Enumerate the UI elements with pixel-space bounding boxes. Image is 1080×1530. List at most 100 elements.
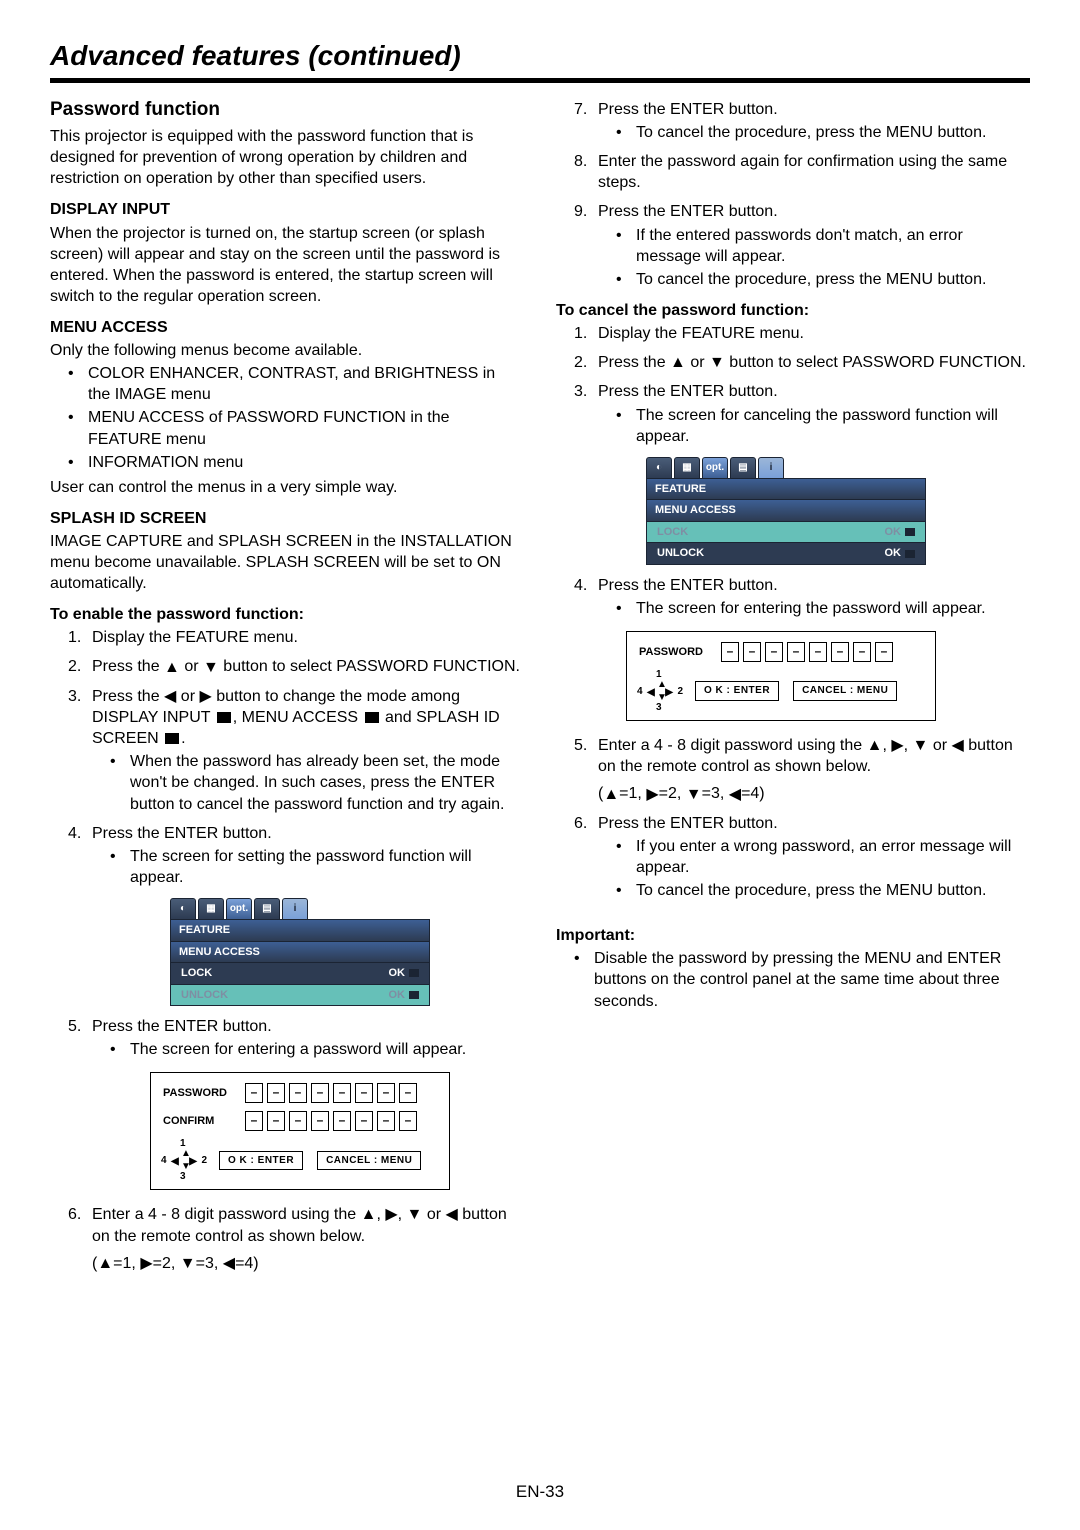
down-triangle-icon (181, 1160, 191, 1173)
sub-bullet: The screen for canceling the password fu… (616, 405, 1026, 447)
right-triangle-icon (199, 686, 211, 707)
splash-heading: SPLASH ID SCREEN (50, 508, 520, 529)
osd-tab-icon: ◐ (646, 457, 672, 479)
step-text: , (376, 1206, 385, 1223)
osd-lock-label: LOCK (181, 966, 212, 981)
dpad-num: 4 (161, 1154, 167, 1167)
confirm-cells: – – – – – – – – (245, 1111, 437, 1131)
password-entry-screenshot: PASSWORD – – – – – – – – 1 2 3 4 (626, 631, 936, 721)
step-item: Press the ENTER button. To cancel the pr… (574, 99, 1026, 143)
osd-unlock-label: UNLOCK (181, 988, 228, 1003)
dpad-num: 2 (677, 685, 683, 698)
osd-unlock-label: UNLOCK (657, 546, 704, 561)
password-cell: – (853, 642, 871, 662)
osd-ok-label: OK (389, 988, 420, 1003)
password-cell: – (333, 1111, 351, 1131)
step-item: Enter the password again for confirmatio… (574, 151, 1026, 193)
osd-row-unlock: UNLOCK OK (170, 985, 430, 1007)
right-steps: Press the ENTER button. To cancel the pr… (556, 99, 1026, 290)
password-label: PASSWORD (163, 1086, 235, 1101)
important-heading: Important: (556, 925, 1026, 946)
cancel-steps-cont2: Enter a 4 - 8 digit password using the ,… (556, 735, 1026, 901)
step-item: Press the ENTER button. The screen for c… (574, 381, 1026, 446)
osd-menu-screenshot: ◐ ▦ opt. ▤ i FEATURE MENU ACCESS LOCK OK… (170, 898, 430, 1006)
enter-icon (165, 733, 179, 744)
osd-row-lock: LOCK OK (646, 522, 926, 544)
step-text: or (422, 1206, 445, 1223)
list-item: COLOR ENHANCER, CONTRAST, and BRIGHTNESS… (68, 363, 520, 405)
left-triangle-icon (647, 686, 655, 699)
menu-access-heading: MENU ACCESS (50, 317, 520, 338)
sub-bullet: The screen for entering the password wil… (616, 598, 1026, 619)
up-triangle-icon (164, 657, 180, 678)
cancel-menu-label: CANCEL : MENU (793, 681, 897, 700)
step-text: Press the (92, 688, 164, 705)
password-cell: – (245, 1083, 263, 1103)
password-cell: – (311, 1111, 329, 1131)
osd-tab-info-icon: i (282, 898, 308, 920)
osd-tab-icon: ▤ (254, 898, 280, 920)
enable-steps-cont2: Enter a 4 - 8 digit password using the ,… (50, 1204, 520, 1274)
step-text: button to select PASSWORD FUNCTION. (725, 354, 1026, 371)
sub-bullet: To cancel the procedure, press the MENU … (616, 880, 1026, 901)
password-cell: – (399, 1111, 417, 1131)
list-item: Disable the password by pressing the MEN… (574, 948, 1026, 1011)
password-cell: – (333, 1083, 351, 1103)
enter-icon (905, 528, 915, 536)
important-list: Disable the password by pressing the MEN… (556, 948, 1026, 1011)
osd-ok-label: OK (885, 525, 916, 540)
right-column: Press the ENTER button. To cancel the pr… (556, 97, 1026, 1282)
down-triangle-icon (180, 1253, 196, 1274)
sub-bullet: To cancel the procedure, press the MENU … (616, 122, 1026, 143)
sub-bullet: To cancel the procedure, press the MENU … (616, 269, 1026, 290)
enable-steps: Display the FEATURE menu. Press the or b… (50, 627, 520, 888)
step-item: Display the FEATURE menu. (574, 323, 1026, 344)
sub-bullet: When the password has already been set, … (110, 751, 520, 814)
step-item: Enter a 4 - 8 digit password using the ,… (68, 1204, 520, 1274)
step-item: Press the ENTER button. If you enter a w… (574, 813, 1026, 901)
down-triangle-icon (709, 352, 725, 373)
cancel-steps: Display the FEATURE menu. Press the or b… (556, 323, 1026, 447)
step-item: Enter a 4 - 8 digit password using the ,… (574, 735, 1026, 805)
password-cell: – (289, 1111, 307, 1131)
up-triangle-icon (867, 735, 883, 756)
down-triangle-icon (686, 784, 702, 805)
right-triangle-icon (140, 1253, 152, 1274)
menu-access-tail: User can control the menus in a very sim… (50, 477, 520, 498)
password-cell: – (245, 1111, 263, 1131)
osd-tab-opt: opt. (702, 457, 728, 479)
right-triangle-icon (646, 784, 658, 805)
map-text: =3, (702, 785, 729, 802)
splash-text: IMAGE CAPTURE and SPLASH SCREEN in the I… (50, 531, 520, 594)
map-text: =1, (619, 785, 646, 802)
osd-row-unlock: UNLOCK OK (646, 543, 926, 565)
osd-row-lock: LOCK OK (170, 963, 430, 985)
right-triangle-icon (891, 735, 903, 756)
sub-bullet: If the entered passwords don't match, an… (616, 225, 1026, 267)
left-triangle-icon (729, 784, 741, 805)
map-text: =4) (741, 785, 765, 802)
step-text: , MENU ACCESS (233, 709, 363, 726)
step-text: Press the ENTER button. (92, 1018, 272, 1035)
step-text: or (686, 354, 709, 371)
password-cell: – (765, 642, 783, 662)
step-text: Enter a 4 - 8 digit password using the (598, 737, 867, 754)
osd-menu-screenshot: ◐ ▦ opt. ▤ i FEATURE MENU ACCESS LOCK OK… (646, 457, 926, 565)
cancel-steps-cont: Press the ENTER button. The screen for e… (556, 575, 1026, 619)
list-item: MENU ACCESS of PASSWORD FUNCTION in the … (68, 407, 520, 449)
step-text: button to select PASSWORD FUNCTION. (219, 658, 520, 675)
left-column: Password function This projector is equi… (50, 97, 520, 1282)
map-text: =3, (196, 1255, 223, 1272)
step-text: Press the ENTER button. (598, 101, 778, 118)
osd-menu-access-label: MENU ACCESS (646, 499, 926, 522)
sub-bullet: The screen for entering a password will … (110, 1039, 520, 1060)
page-title: Advanced features (continued) (50, 40, 1030, 72)
step-text: Press the ENTER button. (598, 203, 778, 220)
password-label: PASSWORD (639, 645, 711, 660)
title-rule (50, 78, 1030, 83)
osd-feature-label: FEATURE (646, 478, 926, 501)
enter-icon (905, 550, 915, 558)
down-triangle-icon (657, 691, 667, 704)
step-text: , (904, 737, 913, 754)
osd-tab-icon: ◐ (170, 898, 196, 920)
